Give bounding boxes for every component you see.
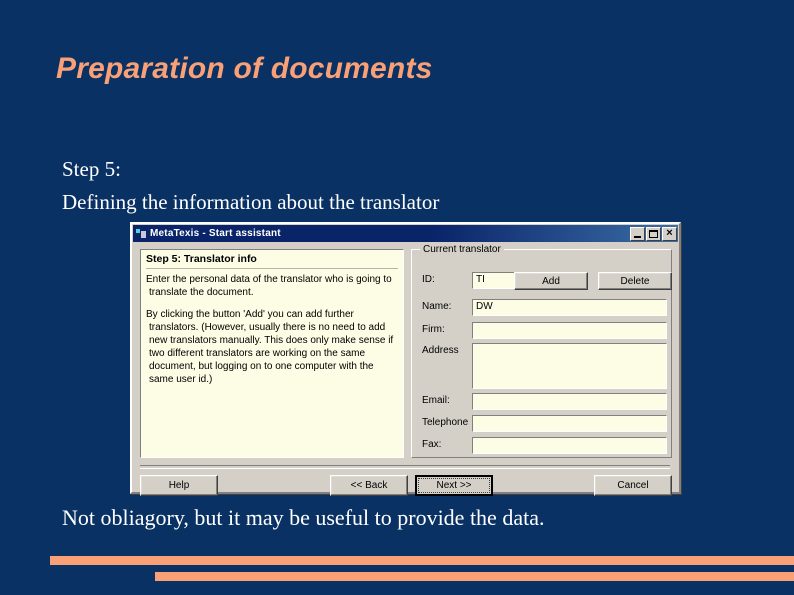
group-legend: Current translator (420, 244, 504, 255)
dialog-titlebar: MetaTexis - Start assistant (133, 225, 678, 242)
fax-input[interactable] (472, 437, 667, 454)
id-row: ID: TI Add Delete (422, 272, 672, 290)
name-row: Name: DW (422, 299, 667, 316)
info-paragraph: Enter the personal data of the translato… (146, 274, 392, 298)
email-label: Email: (422, 395, 450, 406)
fax-label: Fax: (422, 439, 442, 450)
intro-description: Defining the information about the trans… (62, 190, 440, 214)
close-icon[interactable] (662, 226, 677, 241)
address-label: Address (422, 345, 459, 356)
back-button[interactable]: << Back (330, 475, 408, 496)
name-label: Name: (422, 301, 452, 312)
fax-row: Fax: (422, 437, 667, 454)
id-label: ID: (422, 274, 435, 285)
maximize-icon[interactable] (646, 226, 661, 241)
accent-bar-lower (155, 572, 794, 581)
intro-step-label: Step 5: (62, 157, 121, 181)
email-row: Email: (422, 393, 667, 410)
metatexis-start-assistant-dialog: MetaTexis - Start assistant Step 5: Tran… (130, 222, 681, 496)
firm-input[interactable] (472, 322, 667, 339)
dialog-body: Step 5: Translator info Enter the person… (133, 243, 678, 496)
telephone-input[interactable] (472, 415, 667, 432)
dialog-title: MetaTexis - Start assistant (150, 228, 281, 239)
telephone-label: Telephone (422, 417, 469, 428)
address-input[interactable] (472, 343, 667, 389)
email-input[interactable] (472, 393, 667, 410)
next-button-label: Next >> (418, 478, 490, 493)
info-panel: Step 5: Translator info Enter the person… (140, 249, 404, 458)
info-paragraph: By clicking the button 'Add' you can add… (146, 309, 394, 385)
telephone-row: Telephone (422, 415, 667, 432)
page-title: Preparation of documents (56, 52, 433, 85)
accent-bar-upper (50, 556, 794, 565)
firm-row: Firm: (422, 322, 667, 339)
current-translator-group: Current translator ID: TI Add Delete Nam… (411, 244, 672, 458)
next-button[interactable]: Next >> (415, 475, 493, 496)
info-panel-heading: Step 5: Translator info (146, 253, 398, 269)
footer-divider (140, 465, 670, 469)
address-row: Address (422, 343, 667, 389)
application-icon (135, 227, 147, 240)
minimize-icon[interactable] (630, 226, 645, 241)
translator-id-value: TI (476, 274, 485, 285)
firm-label: Firm: (422, 324, 445, 335)
slide-caption: Not obliagory, but it may be useful to p… (62, 505, 545, 530)
add-translator-button[interactable]: Add (514, 272, 588, 290)
cancel-button[interactable]: Cancel (594, 475, 672, 496)
delete-translator-button[interactable]: Delete (598, 272, 672, 290)
help-button[interactable]: Help (140, 475, 218, 496)
name-input[interactable]: DW (472, 299, 667, 316)
